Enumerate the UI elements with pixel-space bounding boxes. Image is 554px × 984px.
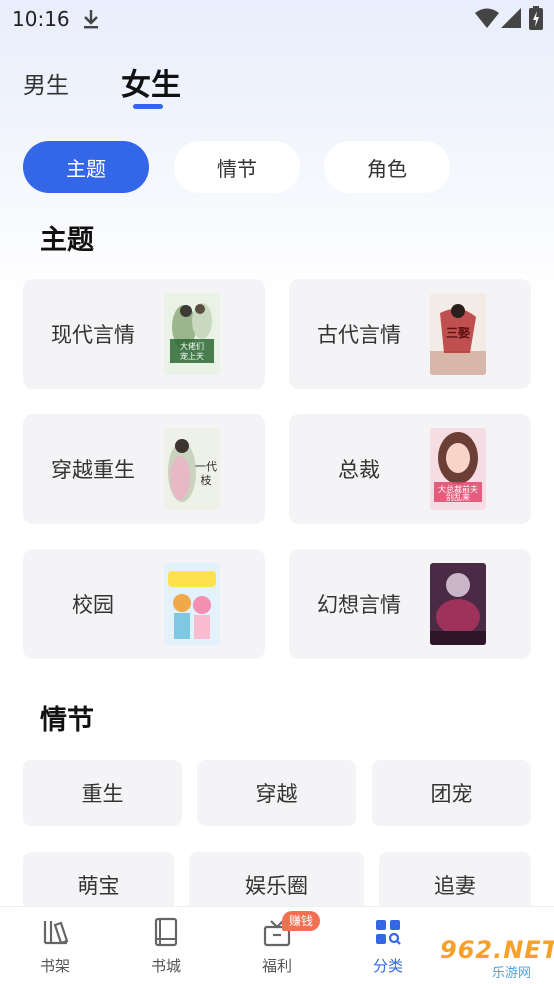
signal-icon	[501, 8, 521, 28]
watermark-text: 962.NET	[440, 936, 554, 964]
theme-label: 现代言情	[51, 323, 135, 347]
theme-card-ceo[interactable]: 总裁 大总裁前夫 别乱来	[289, 414, 531, 524]
plot-item[interactable]: 团宠	[372, 760, 531, 826]
svg-text:枝: 枝	[201, 473, 212, 487]
theme-label: 总裁	[338, 458, 380, 482]
theme-label: 穿越重生	[51, 458, 135, 482]
nav-bookstore[interactable]: 书城	[126, 907, 206, 984]
svg-text:一代: 一代	[195, 460, 217, 473]
book-cover	[164, 563, 220, 645]
chip-plot[interactable]: 情节	[174, 141, 300, 193]
tab-male[interactable]: 男生	[23, 66, 69, 100]
nav-label: 书架	[39, 957, 70, 975]
section-title-plot: 情节	[40, 705, 94, 736]
theme-card-fantasy[interactable]: 幻想言情	[289, 549, 531, 659]
download-icon	[84, 10, 98, 29]
tab-indicator	[133, 104, 163, 109]
battery-icon	[529, 6, 543, 30]
theme-card-campus[interactable]: 校园	[23, 549, 265, 659]
book-cover	[430, 563, 486, 645]
plot-item[interactable]: 穿越	[197, 760, 356, 826]
plot-item[interactable]: 重生	[23, 760, 182, 826]
chip-role[interactable]: 角色	[324, 141, 450, 193]
watermark-subtext: 乐游网	[492, 966, 532, 981]
tab-female[interactable]: 女生	[121, 60, 181, 104]
book-cover: 三娶	[430, 293, 486, 375]
bookshelf-icon	[43, 921, 69, 945]
section-title-theme: 主题	[40, 225, 94, 256]
svg-text:宠上天: 宠上天	[180, 351, 204, 361]
svg-text:大佬们: 大佬们	[180, 341, 204, 351]
theme-label: 幻想言情	[317, 593, 401, 617]
book-cover: 一代 枝	[164, 428, 220, 510]
category-icon	[376, 920, 401, 945]
wifi-icon	[475, 8, 499, 28]
theme-label: 古代言情	[317, 323, 401, 347]
nav-label: 福利	[261, 957, 292, 975]
nav-bookshelf[interactable]: 书架	[15, 907, 95, 984]
earn-badge: 赚钱	[282, 911, 321, 931]
chip-theme[interactable]: 主题	[23, 141, 149, 193]
svg-text:三娶: 三娶	[446, 326, 470, 340]
status-bar: 10:16	[0, 0, 554, 40]
book-store-icon	[154, 917, 178, 947]
theme-card-ancient[interactable]: 古代言情 三娶	[289, 279, 531, 389]
book-cover: 大总裁前夫 别乱来	[430, 428, 486, 510]
theme-card-modern[interactable]: 现代言情 大佬们 宠上天	[23, 279, 265, 389]
theme-card-time-travel[interactable]: 穿越重生 一代 枝	[23, 414, 265, 524]
theme-label: 校园	[72, 593, 114, 617]
nav-label: 书城	[150, 957, 181, 975]
status-time: 10:16	[12, 7, 70, 31]
svg-text:别乱来: 别乱来	[446, 492, 470, 502]
book-cover: 大佬们 宠上天	[164, 293, 220, 375]
